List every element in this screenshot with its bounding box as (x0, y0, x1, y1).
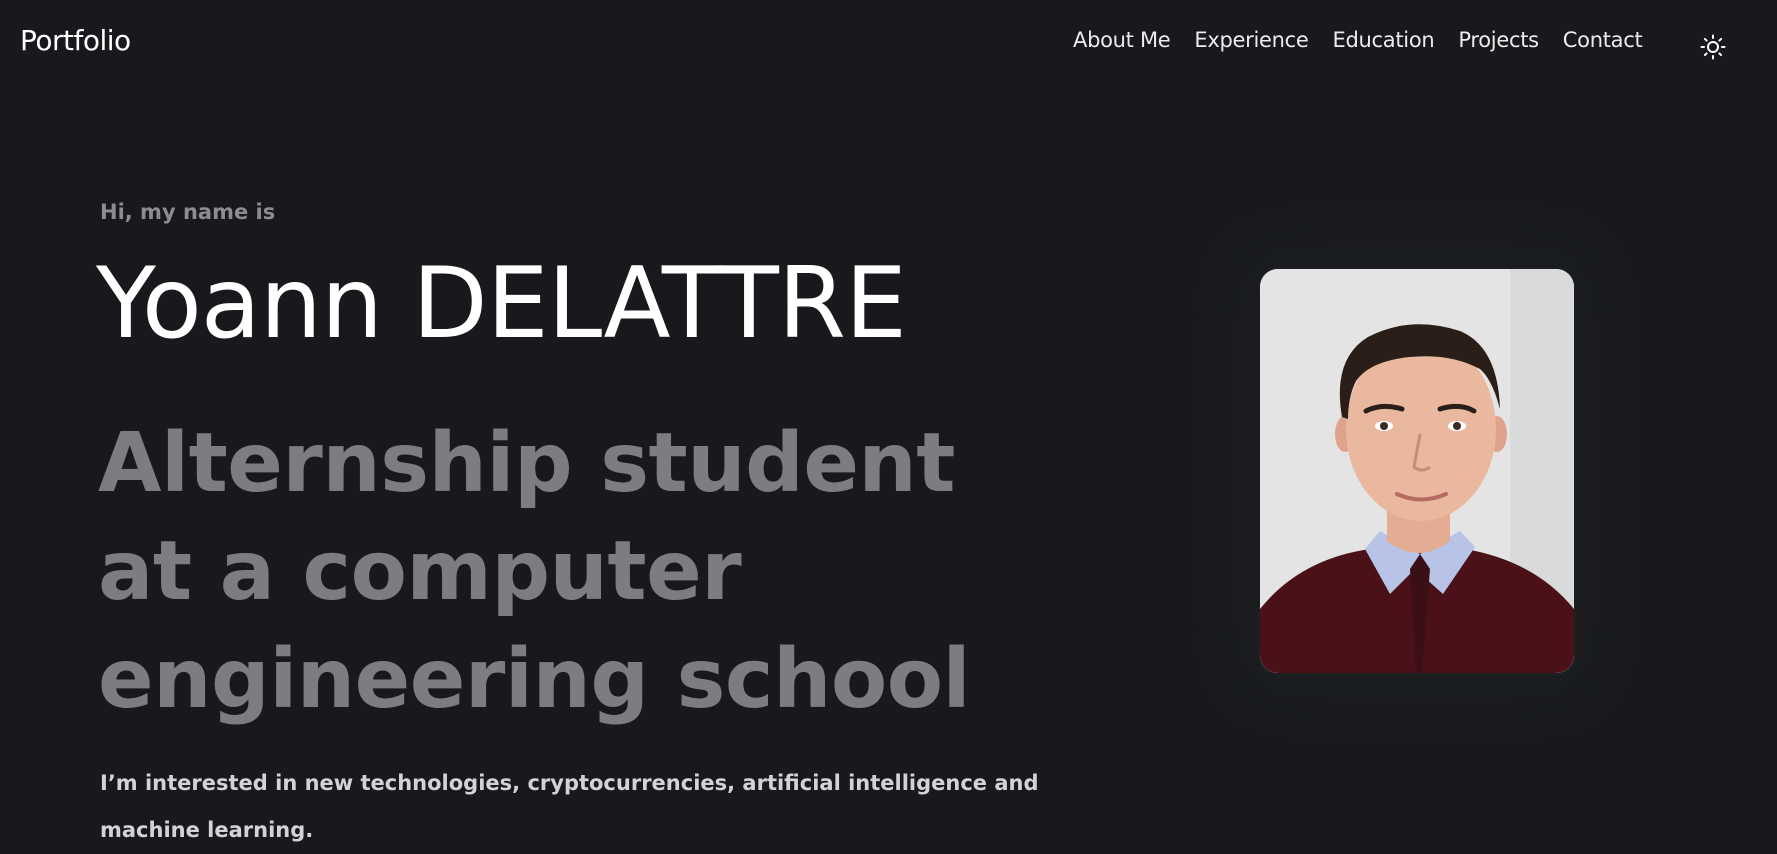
nav-about-me[interactable]: About Me (1073, 28, 1171, 52)
theme-toggle-button[interactable] (1698, 32, 1728, 62)
navbar: Portfolio About Me Experience Education … (0, 0, 1777, 86)
hero-tagline: Alternship student at a computer enginee… (98, 416, 971, 727)
hero-name: Yoann DELATTRE (96, 247, 907, 361)
profile-photo (1260, 269, 1574, 673)
hero-bio: I’m interested in new technologies, cryp… (100, 771, 1039, 842)
greeting-text: Hi, my name is (100, 200, 276, 224)
sun-icon (1700, 34, 1726, 60)
brand-link[interactable]: Portfolio (20, 24, 131, 57)
nav-contact[interactable]: Contact (1563, 28, 1643, 52)
nav-experience[interactable]: Experience (1194, 28, 1308, 52)
nav-education[interactable]: Education (1333, 28, 1435, 52)
nav-projects[interactable]: Projects (1458, 28, 1539, 52)
nav-links: About Me Experience Education Projects C… (1073, 28, 1666, 52)
profile-photo-frame (1258, 267, 1576, 677)
hero-section: Hi, my name is Yoann DELATTRE Alternship… (96, 200, 1080, 842)
